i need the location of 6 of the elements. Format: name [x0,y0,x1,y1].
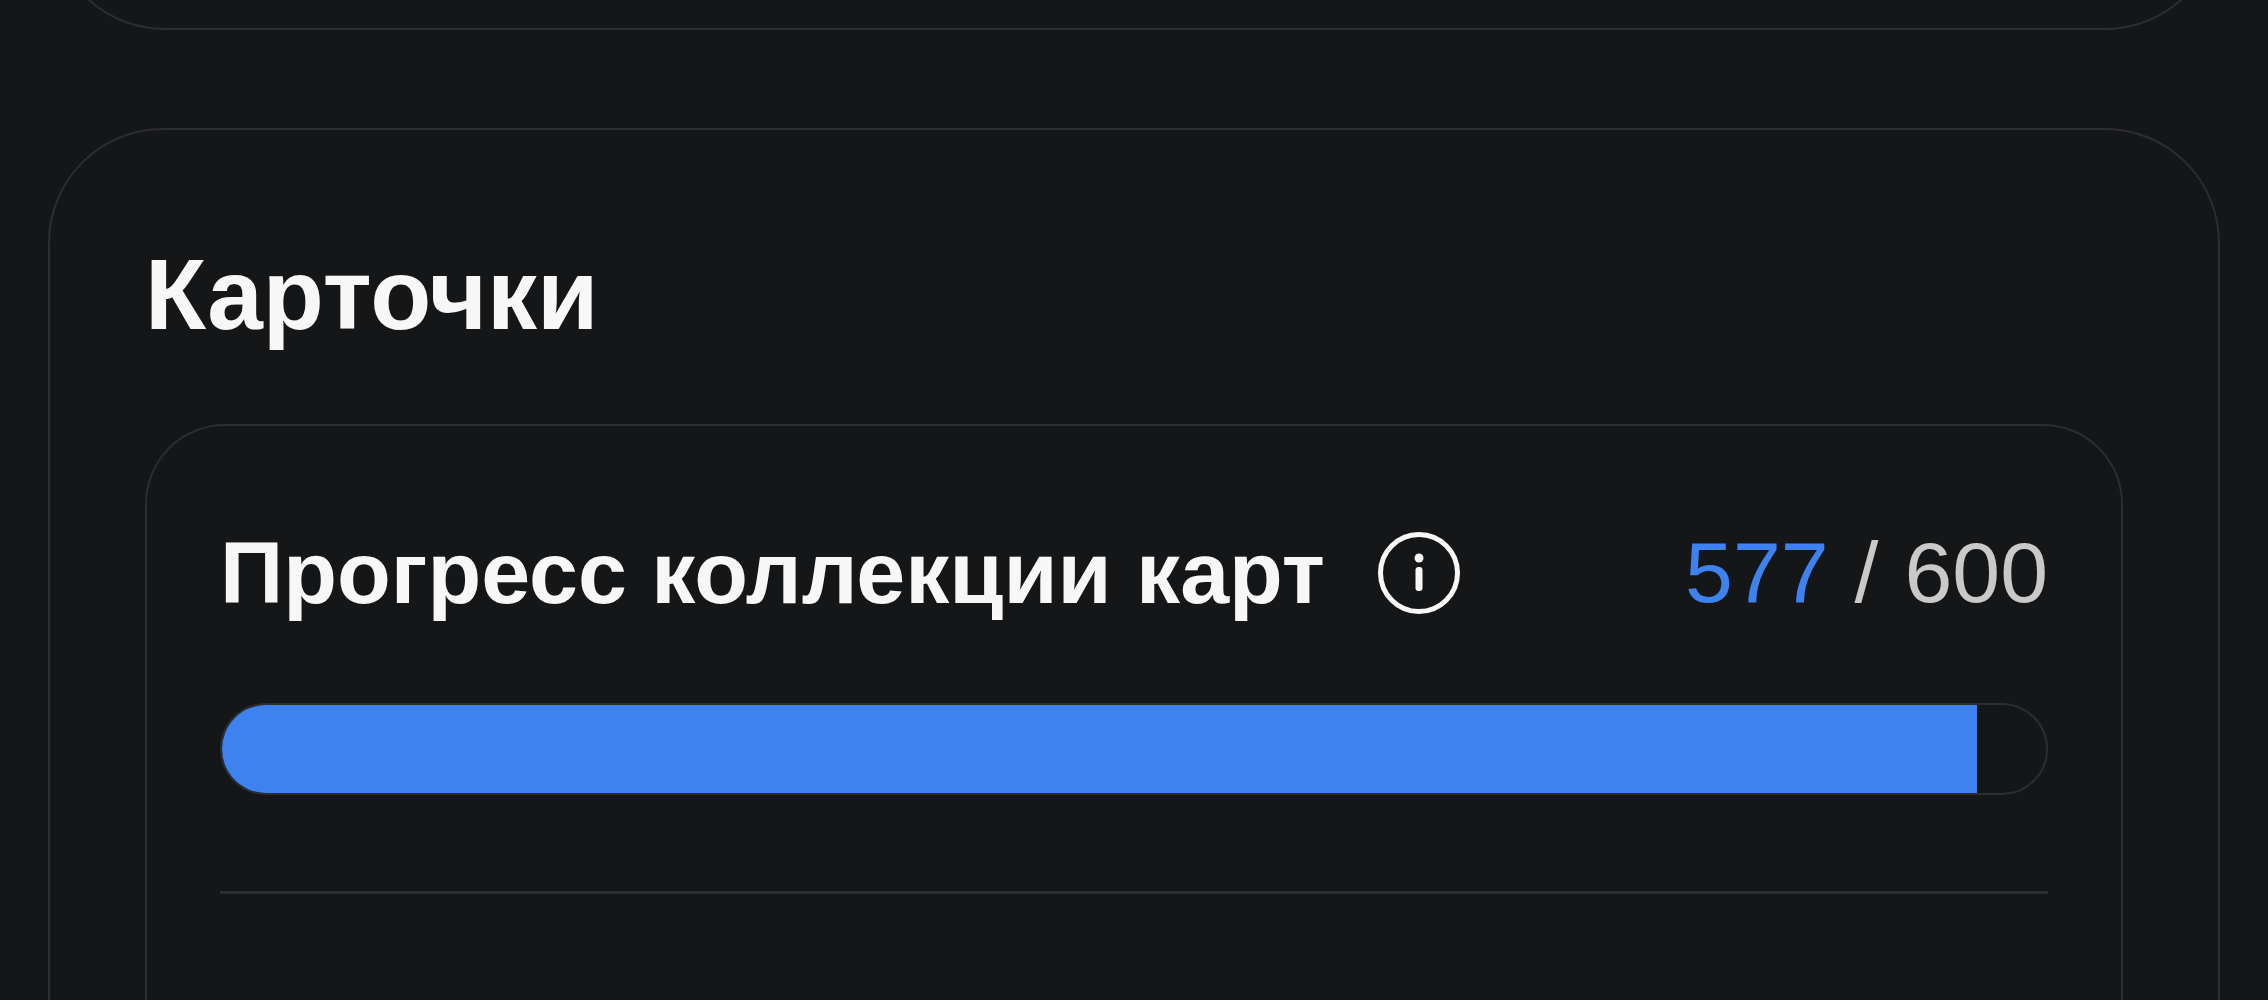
total-count: 600 [1904,523,2048,623]
info-icon[interactable] [1376,530,1461,615]
progress-title: Прогресс коллекции карт [220,522,1325,624]
section-title: Карточки [145,237,599,352]
collected-count: 577 [1685,523,1829,623]
count-separator: / [1854,523,1879,623]
